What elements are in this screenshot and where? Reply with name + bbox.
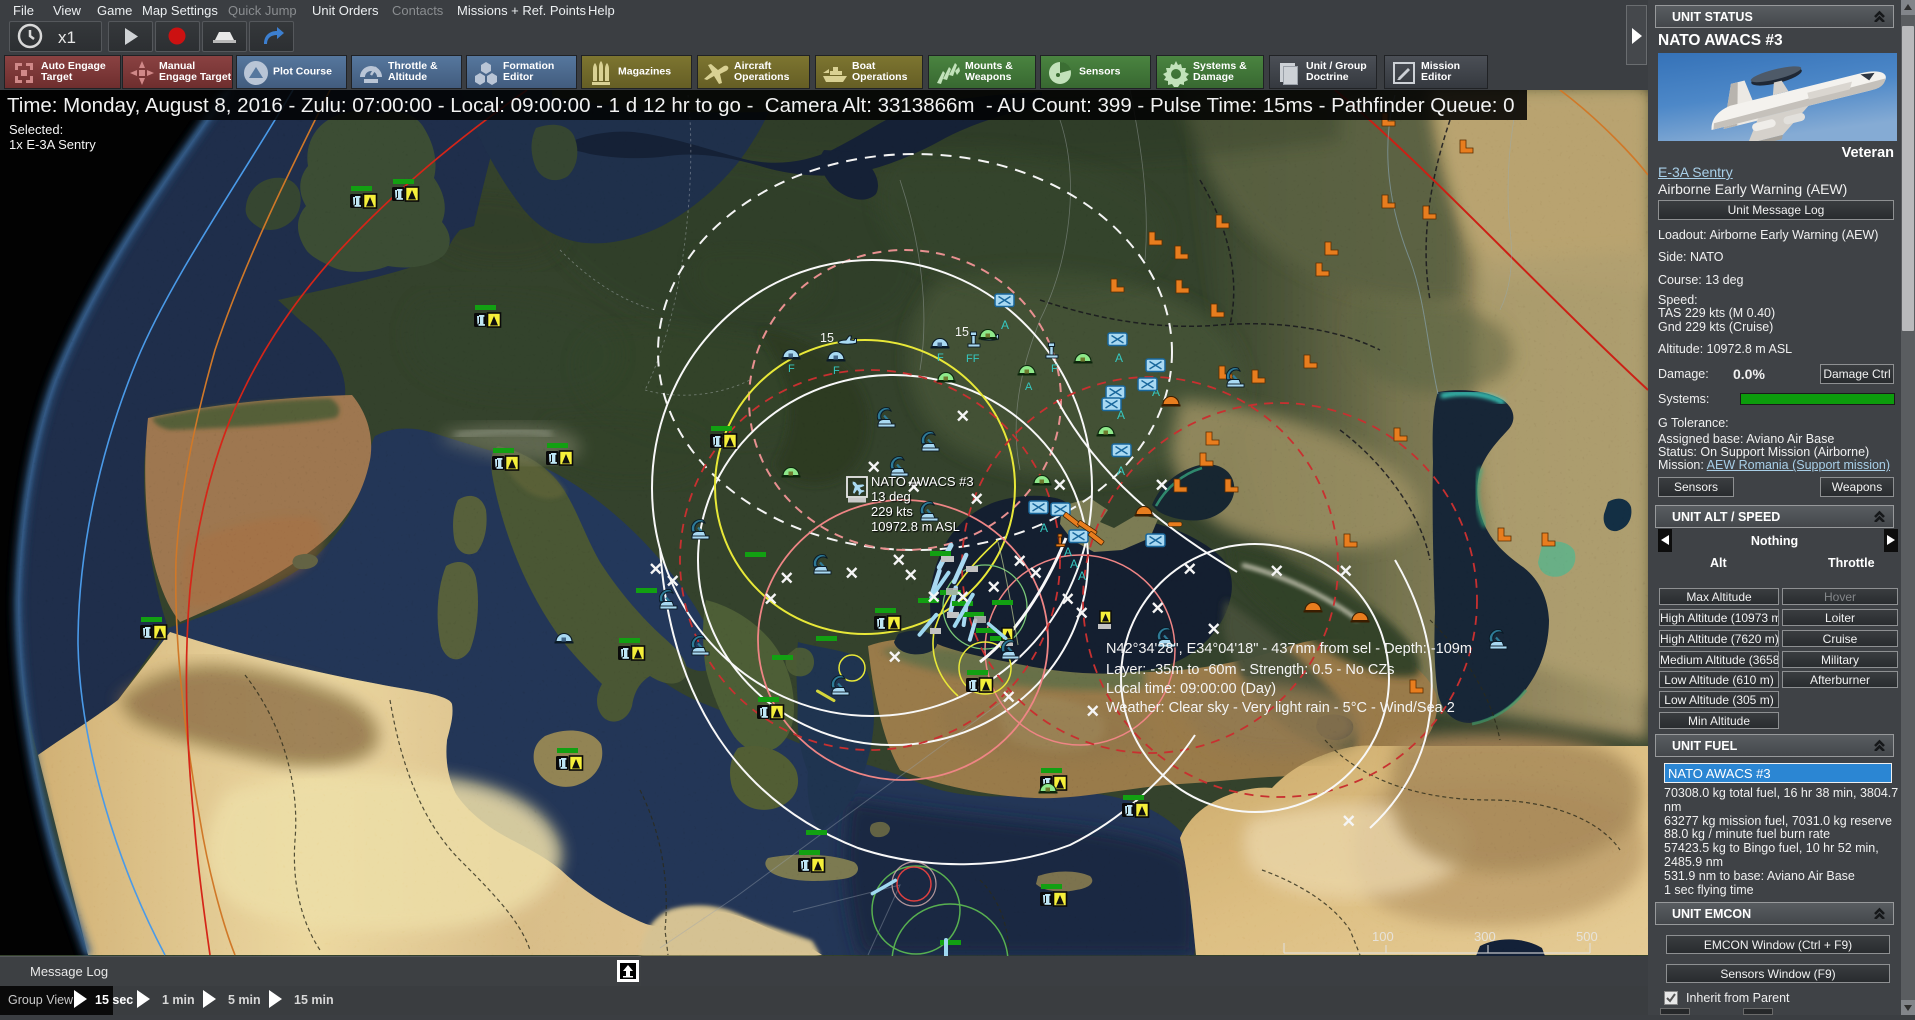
svg-text:A: A [1001, 318, 1009, 332]
svg-text:Weather: Clear sky - Very ligh: Weather: Clear sky - Very light rain - 5… [1106, 700, 1455, 716]
svg-text:FF: FF [966, 353, 980, 365]
svg-text:15: 15 [820, 331, 834, 345]
svg-text:A: A [1070, 557, 1078, 571]
svg-text:N42°34'28", E34°04'18" - 437nm: N42°34'28", E34°04'18" - 437nm from sel … [1106, 641, 1472, 657]
svg-text:F: F [937, 352, 944, 364]
svg-text:Layer: -35m to -60m - Strength: Layer: -35m to -60m - Strength: 0.5 - No… [1106, 662, 1395, 678]
svg-text:10972.8 m ASL: 10972.8 m ASL [871, 519, 960, 534]
svg-text:500: 500 [1576, 929, 1598, 944]
svg-text:F: F [1051, 363, 1058, 375]
svg-text:300: 300 [1474, 929, 1496, 944]
svg-text:A: A [1025, 381, 1033, 393]
svg-text:A: A [1040, 521, 1048, 535]
svg-text:A: A [1115, 351, 1123, 365]
svg-text:A: A [1078, 569, 1086, 583]
svg-text:100: 100 [1372, 929, 1394, 944]
svg-text:A: A [1117, 464, 1125, 478]
svg-text:x1: x1 [58, 28, 76, 47]
svg-text:13 deg: 13 deg [871, 489, 911, 504]
svg-text:229 kts: 229 kts [871, 504, 913, 519]
svg-text:F: F [833, 365, 840, 377]
svg-text:Local time: 09:00:00 (Day): Local time: 09:00:00 (Day) [1106, 681, 1276, 697]
svg-text:NATO AWACS #3: NATO AWACS #3 [871, 474, 974, 489]
svg-text:15: 15 [955, 325, 969, 339]
svg-text:F: F [788, 363, 795, 375]
